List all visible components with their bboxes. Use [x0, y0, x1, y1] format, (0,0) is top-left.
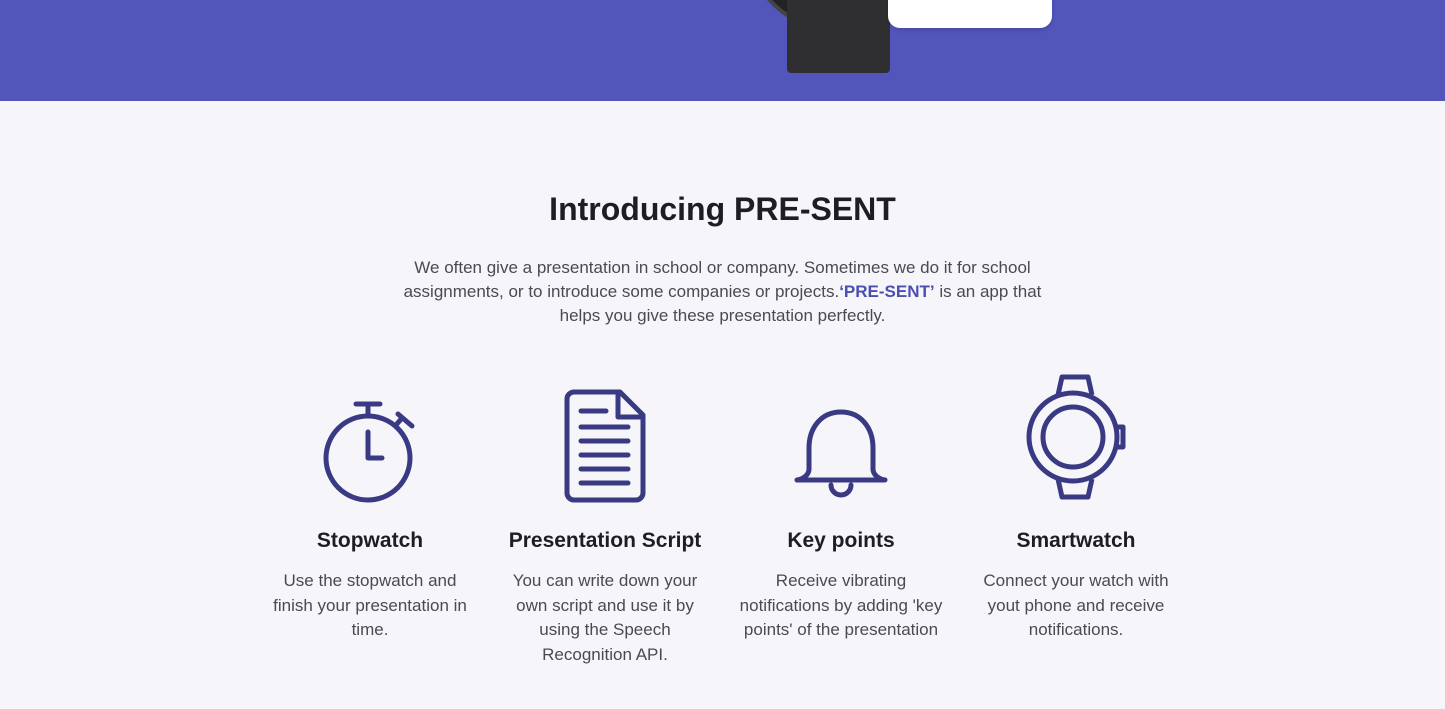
stopwatch-icon — [323, 401, 415, 503]
smartwatch-illustration-band — [787, 0, 890, 73]
smartwatch-icon — [1026, 374, 1126, 500]
hero-banner — [0, 0, 1445, 101]
feature-smartwatch: Smartwatch Connect your watch with yout … — [971, 371, 1181, 643]
feature-description: Receive vibrating notifications by addin… — [739, 571, 943, 639]
feature-title: Smartwatch — [1016, 529, 1136, 552]
intro-section: Introducing PRE-SENT We often give a pre… — [0, 101, 1445, 709]
feature-smartwatch-icon-wrap — [971, 371, 1181, 503]
feature-title: Key points — [787, 529, 895, 552]
feature-title: Stopwatch — [316, 529, 424, 552]
document-icon — [564, 389, 646, 503]
intro-text: We often give a presentation in school o… — [385, 256, 1060, 328]
phone-illustration — [888, 0, 1052, 28]
feature-key-points: Key points Receive vibrating notificatio… — [736, 371, 946, 643]
feature-presentation-script: Presentation Script You can write down y… — [500, 371, 710, 667]
feature-title: Presentation Script — [508, 529, 702, 552]
feature-script-icon-wrap — [500, 371, 710, 503]
feature-key-points-icon-wrap — [736, 371, 946, 503]
feature-stopwatch: Stopwatch Use the stopwatch and finish y… — [265, 371, 475, 643]
feature-description: You can write down your own script and u… — [512, 571, 698, 664]
feature-description: Connect your watch with yout phone and r… — [983, 571, 1169, 639]
intro-brand-name: ‘PRE-SENT’ — [839, 282, 935, 301]
intro-title: Introducing PRE-SENT — [549, 191, 896, 227]
bell-icon — [794, 409, 888, 498]
feature-description: Use the stopwatch and finish your presen… — [273, 571, 467, 639]
feature-stopwatch-icon-wrap — [265, 371, 475, 503]
